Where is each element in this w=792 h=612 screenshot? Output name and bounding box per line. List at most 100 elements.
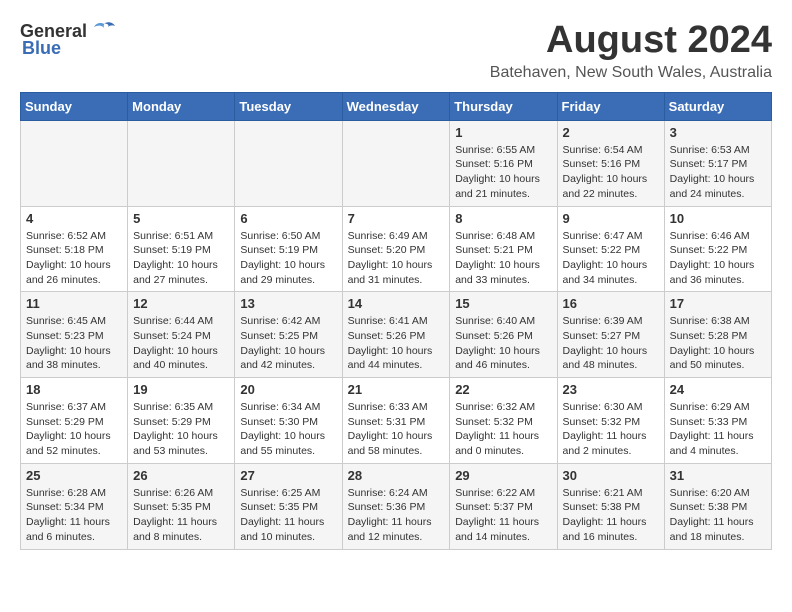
column-header-friday: Friday	[557, 92, 664, 120]
day-detail: Sunrise: 6:29 AM Sunset: 5:33 PM Dayligh…	[670, 400, 766, 459]
column-header-sunday: Sunday	[21, 92, 128, 120]
day-number: 17	[670, 296, 766, 311]
week-row-4: 18 Sunrise: 6:37 AM Sunset: 5:29 PM Dayli…	[21, 378, 772, 464]
calendar-cell	[235, 120, 342, 206]
week-row-3: 11 Sunrise: 6:45 AM Sunset: 5:23 PM Dayli…	[21, 292, 772, 378]
calendar-cell: 30Sunrise: 6:21 AM Sunset: 5:38 PM Dayli…	[557, 463, 664, 549]
day-number: 19	[133, 382, 229, 397]
day-detail: Sunrise: 6:24 AM Sunset: 5:36 PM Dayligh…	[348, 486, 445, 545]
calendar-cell: 11 Sunrise: 6:45 AM Sunset: 5:23 PM Dayli…	[21, 292, 128, 378]
calendar-cell: 17 Sunrise: 6:38 AM Sunset: 5:28 PM Dayli…	[664, 292, 771, 378]
day-number: 31	[670, 468, 766, 483]
title-block: August 2024 Batehaven, New South Wales, …	[490, 20, 772, 82]
calendar-cell: 2 Sunrise: 6:54 AM Sunset: 5:16 PM Daylig…	[557, 120, 664, 206]
calendar-cell: 19 Sunrise: 6:35 AM Sunset: 5:29 PM Dayli…	[128, 378, 235, 464]
day-number: 6	[240, 211, 336, 226]
day-detail: Sunrise: 6:41 AM Sunset: 5:26 PM Dayligh…	[348, 314, 445, 373]
day-detail: Sunrise: 6:46 AM Sunset: 5:22 PM Dayligh…	[670, 229, 766, 288]
column-header-tuesday: Tuesday	[235, 92, 342, 120]
logo-bird-icon	[91, 20, 117, 42]
day-detail: Sunrise: 6:45 AM Sunset: 5:23 PM Dayligh…	[26, 314, 122, 373]
calendar-cell: 26 Sunrise: 6:26 AM Sunset: 5:35 PM Dayli…	[128, 463, 235, 549]
day-detail: Sunrise: 6:20 AM Sunset: 5:38 PM Dayligh…	[670, 486, 766, 545]
day-number: 23	[563, 382, 659, 397]
calendar-cell: 28 Sunrise: 6:24 AM Sunset: 5:36 PM Dayli…	[342, 463, 450, 549]
week-row-1: 1Sunrise: 6:55 AM Sunset: 5:16 PM Daylig…	[21, 120, 772, 206]
calendar-cell: 22 Sunrise: 6:32 AM Sunset: 5:32 PM Dayli…	[450, 378, 557, 464]
calendar-cell	[21, 120, 128, 206]
calendar-cell: 18 Sunrise: 6:37 AM Sunset: 5:29 PM Dayli…	[21, 378, 128, 464]
calendar-cell: 13 Sunrise: 6:42 AM Sunset: 5:25 PM Dayli…	[235, 292, 342, 378]
day-detail: Sunrise: 6:38 AM Sunset: 5:28 PM Dayligh…	[670, 314, 766, 373]
day-detail: Sunrise: 6:32 AM Sunset: 5:32 PM Dayligh…	[455, 400, 551, 459]
day-detail: Sunrise: 6:50 AM Sunset: 5:19 PM Dayligh…	[240, 229, 336, 288]
subtitle: Batehaven, New South Wales, Australia	[490, 64, 772, 82]
calendar-cell: 21Sunrise: 6:33 AM Sunset: 5:31 PM Dayli…	[342, 378, 450, 464]
day-number: 18	[26, 382, 122, 397]
calendar-cell: 31 Sunrise: 6:20 AM Sunset: 5:38 PM Dayli…	[664, 463, 771, 549]
calendar-cell: 1Sunrise: 6:55 AM Sunset: 5:16 PM Daylig…	[450, 120, 557, 206]
day-number: 11	[26, 296, 122, 311]
calendar-header-row: SundayMondayTuesdayWednesdayThursdayFrid…	[21, 92, 772, 120]
day-number: 12	[133, 296, 229, 311]
day-detail: Sunrise: 6:22 AM Sunset: 5:37 PM Dayligh…	[455, 486, 551, 545]
day-detail: Sunrise: 6:37 AM Sunset: 5:29 PM Dayligh…	[26, 400, 122, 459]
calendar-cell: 7Sunrise: 6:49 AM Sunset: 5:20 PM Daylig…	[342, 206, 450, 292]
day-number: 28	[348, 468, 445, 483]
column-header-saturday: Saturday	[664, 92, 771, 120]
calendar-table: SundayMondayTuesdayWednesdayThursdayFrid…	[20, 92, 772, 550]
calendar-cell: 25 Sunrise: 6:28 AM Sunset: 5:34 PM Dayli…	[21, 463, 128, 549]
day-detail: Sunrise: 6:40 AM Sunset: 5:26 PM Dayligh…	[455, 314, 551, 373]
day-number: 16	[563, 296, 659, 311]
day-number: 30	[563, 468, 659, 483]
day-detail: Sunrise: 6:34 AM Sunset: 5:30 PM Dayligh…	[240, 400, 336, 459]
calendar-cell: 14 Sunrise: 6:41 AM Sunset: 5:26 PM Dayli…	[342, 292, 450, 378]
calendar-cell: 20Sunrise: 6:34 AM Sunset: 5:30 PM Dayli…	[235, 378, 342, 464]
day-number: 8	[455, 211, 551, 226]
day-number: 10	[670, 211, 766, 226]
column-header-wednesday: Wednesday	[342, 92, 450, 120]
day-number: 22	[455, 382, 551, 397]
day-detail: Sunrise: 6:54 AM Sunset: 5:16 PM Dayligh…	[563, 143, 659, 202]
column-header-thursday: Thursday	[450, 92, 557, 120]
day-number: 7	[348, 211, 445, 226]
day-number: 2	[563, 125, 659, 140]
calendar-cell: 8 Sunrise: 6:48 AM Sunset: 5:21 PM Daylig…	[450, 206, 557, 292]
day-number: 14	[348, 296, 445, 311]
day-detail: Sunrise: 6:55 AM Sunset: 5:16 PM Dayligh…	[455, 143, 551, 202]
day-detail: Sunrise: 6:26 AM Sunset: 5:35 PM Dayligh…	[133, 486, 229, 545]
logo: General Blue	[20, 20, 117, 59]
day-detail: Sunrise: 6:44 AM Sunset: 5:24 PM Dayligh…	[133, 314, 229, 373]
week-row-5: 25 Sunrise: 6:28 AM Sunset: 5:34 PM Dayli…	[21, 463, 772, 549]
day-number: 3	[670, 125, 766, 140]
day-detail: Sunrise: 6:51 AM Sunset: 5:19 PM Dayligh…	[133, 229, 229, 288]
day-number: 26	[133, 468, 229, 483]
calendar-cell: 9Sunrise: 6:47 AM Sunset: 5:22 PM Daylig…	[557, 206, 664, 292]
calendar-cell: 24 Sunrise: 6:29 AM Sunset: 5:33 PM Dayli…	[664, 378, 771, 464]
day-detail: Sunrise: 6:53 AM Sunset: 5:17 PM Dayligh…	[670, 143, 766, 202]
calendar-cell	[342, 120, 450, 206]
day-number: 4	[26, 211, 122, 226]
day-number: 13	[240, 296, 336, 311]
day-detail: Sunrise: 6:25 AM Sunset: 5:35 PM Dayligh…	[240, 486, 336, 545]
calendar-cell: 3 Sunrise: 6:53 AM Sunset: 5:17 PM Daylig…	[664, 120, 771, 206]
calendar-cell: 29 Sunrise: 6:22 AM Sunset: 5:37 PM Dayli…	[450, 463, 557, 549]
day-number: 25	[26, 468, 122, 483]
day-detail: Sunrise: 6:42 AM Sunset: 5:25 PM Dayligh…	[240, 314, 336, 373]
main-title: August 2024	[490, 20, 772, 62]
day-number: 24	[670, 382, 766, 397]
day-number: 29	[455, 468, 551, 483]
calendar-cell: 23Sunrise: 6:30 AM Sunset: 5:32 PM Dayli…	[557, 378, 664, 464]
day-detail: Sunrise: 6:35 AM Sunset: 5:29 PM Dayligh…	[133, 400, 229, 459]
day-detail: Sunrise: 6:39 AM Sunset: 5:27 PM Dayligh…	[563, 314, 659, 373]
calendar-cell: 5Sunrise: 6:51 AM Sunset: 5:19 PM Daylig…	[128, 206, 235, 292]
day-detail: Sunrise: 6:28 AM Sunset: 5:34 PM Dayligh…	[26, 486, 122, 545]
calendar-cell: 10 Sunrise: 6:46 AM Sunset: 5:22 PM Dayli…	[664, 206, 771, 292]
calendar-cell	[128, 120, 235, 206]
calendar-cell: 15Sunrise: 6:40 AM Sunset: 5:26 PM Dayli…	[450, 292, 557, 378]
calendar-cell: 12 Sunrise: 6:44 AM Sunset: 5:24 PM Dayli…	[128, 292, 235, 378]
calendar-cell: 4Sunrise: 6:52 AM Sunset: 5:18 PM Daylig…	[21, 206, 128, 292]
day-detail: Sunrise: 6:48 AM Sunset: 5:21 PM Dayligh…	[455, 229, 551, 288]
day-number: 9	[563, 211, 659, 226]
day-number: 21	[348, 382, 445, 397]
